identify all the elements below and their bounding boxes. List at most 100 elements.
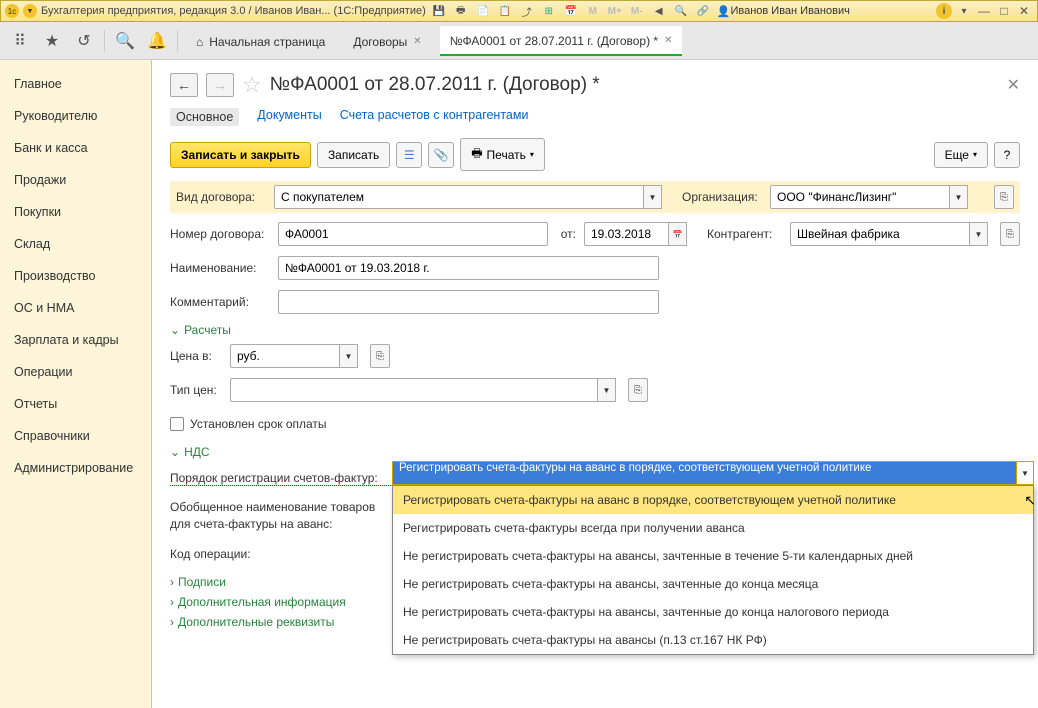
contract-type-input[interactable]	[274, 185, 644, 209]
more-button[interactable]: Еще ▾	[934, 142, 988, 168]
print-icon[interactable]: 🖶	[453, 3, 469, 19]
sidebar-item-operations[interactable]: Операции	[0, 356, 151, 388]
dropdown-option[interactable]: Не регистрировать счета-фактуры на аванс…	[393, 598, 1033, 626]
sidebar-item-admin[interactable]: Администрирование	[0, 452, 151, 484]
open-button[interactable]: ⎘	[628, 378, 648, 402]
save-button[interactable]: Записать	[317, 142, 390, 168]
favorite-star-icon[interactable]: ☆	[242, 72, 262, 98]
payment-deadline-checkbox[interactable]	[170, 417, 184, 431]
apps-icon[interactable]: ⠿	[8, 29, 32, 53]
inner-tab-docs[interactable]: Документы	[257, 108, 321, 126]
tab-start-page[interactable]: ⌂ Начальная страница	[186, 27, 335, 55]
invoice-order-input[interactable]: Регистрировать счета-фактуры на аванс в …	[392, 461, 1034, 485]
attach-button[interactable]: 📎	[428, 142, 454, 168]
open-button[interactable]: ⎘	[370, 344, 390, 368]
list-button[interactable]: ☰	[396, 142, 422, 168]
doc-icon[interactable]: 📄	[475, 3, 491, 19]
sidebar-item-bank[interactable]: Банк и касса	[0, 132, 151, 164]
save-diskette-icon[interactable]: 💾	[431, 3, 447, 19]
open-button[interactable]: ⎘	[1000, 222, 1020, 246]
sidebar: Главное Руководителю Банк и касса Продаж…	[0, 60, 152, 708]
link-icon[interactable]: 🔗	[695, 3, 711, 19]
sidebar-item-manager[interactable]: Руководителю	[0, 100, 151, 132]
calendar-icon[interactable]: 📅	[563, 3, 579, 19]
back-icon[interactable]: ◀	[651, 3, 667, 19]
m-icon[interactable]: M	[585, 3, 601, 19]
calculations-label: Расчеты	[184, 323, 231, 337]
dropdown-button[interactable]: ▼	[598, 378, 616, 402]
close-page-button[interactable]: ✕	[1007, 75, 1020, 95]
bell-icon[interactable]: 🔔	[145, 29, 169, 53]
calendar-button[interactable]: 📅	[669, 222, 687, 246]
calculations-section[interactable]: ⌄Расчеты	[170, 323, 1020, 337]
price-in-input[interactable]	[230, 344, 340, 368]
dropdown-icon[interactable]: ▼	[23, 4, 37, 18]
clipboard-icon[interactable]: 📋	[497, 3, 513, 19]
close-icon[interactable]: ✕	[664, 35, 672, 46]
print-button[interactable]: 🖶 Печать ▾	[460, 138, 545, 171]
m-minus-icon[interactable]: M-	[629, 3, 645, 19]
counterparty-label: Контрагент:	[707, 227, 782, 241]
num-input[interactable]	[278, 222, 548, 246]
dropdown-option[interactable]: Регистрировать счета-фактуры всегда при …	[393, 514, 1033, 542]
search-icon[interactable]: 🔍	[673, 3, 689, 19]
sidebar-item-assets[interactable]: ОС и НМА	[0, 292, 151, 324]
sidebar-item-production[interactable]: Производство	[0, 260, 151, 292]
comment-input[interactable]	[278, 290, 659, 314]
m-plus-icon[interactable]: M+	[607, 3, 623, 19]
nav-back-button[interactable]: ←	[170, 73, 198, 97]
open-button[interactable]: ⎘	[994, 185, 1014, 209]
app-icon: 1c	[5, 4, 19, 18]
name-input[interactable]	[278, 256, 659, 280]
print-label: Печать	[487, 148, 526, 162]
calc-icon[interactable]: ⊞	[541, 3, 557, 19]
search-nav-icon[interactable]: 🔍	[113, 29, 137, 53]
dropdown-option[interactable]: Не регистрировать счета-фактуры на аванс…	[393, 570, 1033, 598]
num-label: Номер договора:	[170, 227, 270, 241]
tab-label: Договоры	[353, 35, 407, 49]
tab-current-doc[interactable]: №ФА0001 от 28.07.2011 г. (Договор) * ✕	[440, 26, 683, 56]
sidebar-item-purchases[interactable]: Покупки	[0, 196, 151, 228]
price-type-input[interactable]	[230, 378, 598, 402]
sidebar-item-sales[interactable]: Продажи	[0, 164, 151, 196]
cursor-icon: ↖	[1024, 492, 1036, 509]
comment-label: Комментарий:	[170, 295, 270, 309]
vat-section[interactable]: ⌄НДС	[170, 445, 1020, 459]
history-icon[interactable]: ↺	[72, 29, 96, 53]
info-icon[interactable]: i	[936, 3, 952, 19]
help-button[interactable]: ?	[994, 142, 1020, 168]
inner-tab-main[interactable]: Основное	[170, 108, 239, 126]
close-icon[interactable]: ✕	[413, 36, 421, 47]
sidebar-item-warehouse[interactable]: Склад	[0, 228, 151, 260]
sidebar-item-catalogs[interactable]: Справочники	[0, 420, 151, 452]
dropdown-button[interactable]: ▼	[970, 222, 988, 246]
nav-fwd-button[interactable]: →	[206, 73, 234, 97]
close-button[interactable]: ✕	[1015, 3, 1033, 19]
maximize-button[interactable]: □	[995, 3, 1013, 19]
dropdown2-icon[interactable]: ▾	[956, 3, 972, 19]
tab-contracts[interactable]: Договоры ✕	[343, 27, 431, 55]
option-label: Регистрировать счета-фактуры на аванс в …	[403, 493, 896, 507]
minimize-button[interactable]: —	[975, 3, 993, 19]
counterparty-input[interactable]	[790, 222, 970, 246]
save-close-button[interactable]: Записать и закрыть	[170, 142, 311, 168]
date-input[interactable]	[584, 222, 669, 246]
dropdown-option[interactable]: Регистрировать счета-фактуры на аванс в …	[393, 486, 1033, 514]
dropdown-option[interactable]: Не регистрировать счета-фактуры на аванс…	[393, 626, 1033, 654]
titlebar: 1c ▼ Бухгалтерия предприятия, редакция 3…	[0, 0, 1038, 22]
inner-tab-accounts[interactable]: Счета расчетов с контрагентами	[340, 108, 529, 126]
sidebar-item-main[interactable]: Главное	[0, 68, 151, 100]
sidebar-item-payroll[interactable]: Зарплата и кадры	[0, 324, 151, 356]
price-type-label: Тип цен:	[170, 383, 222, 397]
dropdown-button[interactable]: ▼	[950, 185, 968, 209]
dropdown-button[interactable]: ▼	[1016, 461, 1034, 485]
star-icon[interactable]: ★	[40, 29, 64, 53]
dropdown-option[interactable]: Не регистрировать счета-фактуры на аванс…	[393, 542, 1033, 570]
org-input[interactable]	[770, 185, 950, 209]
dropdown-button[interactable]: ▼	[644, 185, 662, 209]
dropdown-button[interactable]: ▼	[340, 344, 358, 368]
sidebar-item-reports[interactable]: Отчеты	[0, 388, 151, 420]
export-icon[interactable]: ⤴	[519, 3, 535, 19]
tab-label: Начальная страница	[209, 35, 325, 49]
price-in-label: Цена в:	[170, 349, 222, 363]
